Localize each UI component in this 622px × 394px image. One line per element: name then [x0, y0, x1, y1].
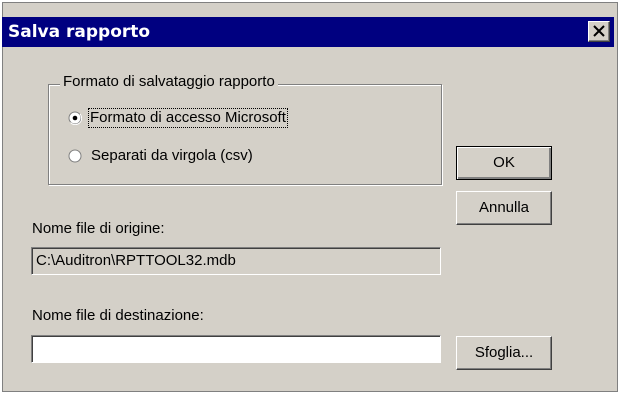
close-icon — [593, 25, 605, 37]
ok-button[interactable]: OK — [456, 146, 552, 180]
option-microsoft-access-label[interactable]: Formato di accesso Microsoft — [88, 108, 288, 128]
cancel-button-label: Annulla — [478, 199, 530, 216]
destination-file-input[interactable] — [31, 335, 441, 363]
format-groupbox — [48, 84, 442, 185]
ok-button-label: OK — [493, 154, 515, 171]
title-bar: Salva rapporto — [2, 17, 614, 47]
destination-file-label: Nome file di destinazione: — [32, 307, 204, 324]
radio-microsoft-access[interactable] — [68, 111, 82, 125]
cancel-button[interactable]: Annulla — [456, 191, 552, 225]
source-file-field: C:\Auditron\RPTTOOL32.mdb — [31, 247, 441, 275]
browse-button-label: Sfoglia... — [474, 344, 534, 361]
format-group-legend: Formato di salvataggio rapporto — [60, 73, 278, 90]
close-button[interactable] — [588, 21, 610, 42]
radio-csv[interactable] — [68, 149, 82, 163]
window-title: Salva rapporto — [8, 22, 151, 42]
source-file-label: Nome file di origine: — [32, 220, 165, 237]
browse-button[interactable]: Sfoglia... — [456, 336, 552, 370]
option-csv-label[interactable]: Separati da virgola (csv) — [91, 147, 253, 164]
